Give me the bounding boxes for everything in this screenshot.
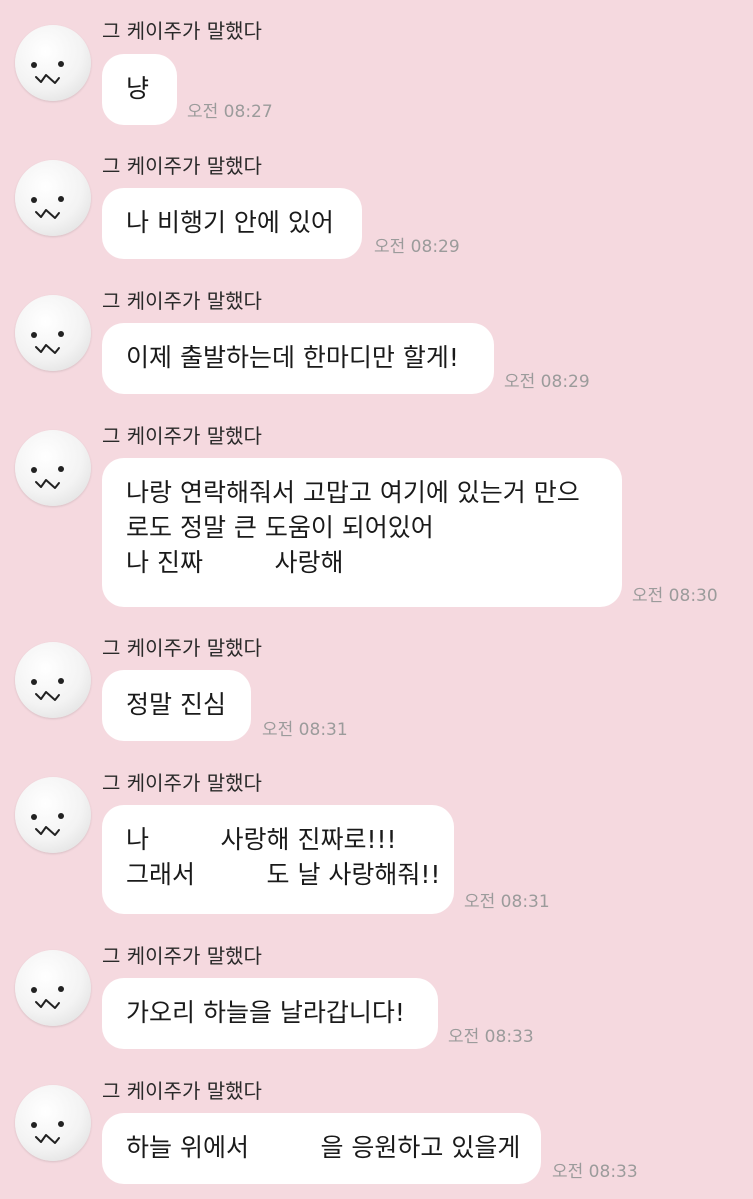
avatar[interactable]	[15, 777, 91, 853]
message-timestamp: 오전 08:27	[187, 102, 273, 122]
avatar[interactable]	[15, 1085, 91, 1161]
sender-name: 그 케이주가 말했다	[102, 424, 262, 448]
sender-name: 그 케이주가 말했다	[102, 771, 262, 795]
avatar[interactable]	[15, 295, 91, 371]
avatar[interactable]	[15, 430, 91, 506]
message-timestamp: 오전 08:29	[504, 372, 590, 392]
message-timestamp: 오전 08:31	[464, 892, 550, 912]
message-bubble[interactable]: 이제 출발하는데 한마디만 할게!	[102, 323, 494, 394]
message-bubble[interactable]: 나 비행기 안에 있어	[102, 188, 362, 259]
message-text: 나 비행기 안에 있어	[126, 208, 334, 237]
message-timestamp: 오전 08:29	[374, 237, 460, 257]
message-bubble[interactable]: 하늘 위에서 을 응원하고 있을게	[102, 1113, 541, 1184]
message-text: 하늘 위에서 을 응원하고 있을게	[126, 1133, 521, 1162]
sender-name: 그 케이주가 말했다	[102, 636, 262, 660]
message-text: 가오리 하늘을 날라갑니다!	[126, 998, 405, 1027]
message-text-line: 그래서 도 날 사랑해줘!!	[126, 860, 441, 889]
message-text-line: 나 진짜 사랑해	[126, 548, 344, 577]
message-text: 냥	[126, 74, 150, 103]
sender-name: 그 케이주가 말했다	[102, 289, 262, 313]
sender-name: 그 케이주가 말했다	[102, 1079, 262, 1103]
message-timestamp: 오전 08:30	[632, 586, 718, 606]
message-timestamp: 오전 08:33	[448, 1027, 534, 1047]
message-text-line: 나 사랑해 진짜로!!!	[126, 825, 397, 854]
message-bubble[interactable]: 가오리 하늘을 날라갑니다!	[102, 978, 438, 1049]
message-timestamp: 오전 08:31	[262, 720, 348, 740]
sender-name: 그 케이주가 말했다	[102, 944, 262, 968]
avatar[interactable]	[15, 25, 91, 101]
message-bubble[interactable]: 나 사랑해 진짜로!!! 그래서 도 날 사랑해줘!!	[102, 805, 454, 914]
avatar[interactable]	[15, 950, 91, 1026]
message-text-line: 로도 정말 큰 도움이 되어있어	[126, 513, 434, 542]
message-text: 이제 출발하는데 한마디만 할게!	[126, 343, 459, 372]
avatar[interactable]	[15, 160, 91, 236]
sender-name: 그 케이주가 말했다	[102, 19, 262, 43]
message-text: 정말 진심	[126, 690, 226, 719]
avatar[interactable]	[15, 642, 91, 718]
message-bubble[interactable]: 정말 진심	[102, 670, 251, 741]
message-bubble[interactable]: 냥	[102, 54, 177, 125]
sender-name: 그 케이주가 말했다	[102, 154, 262, 178]
message-timestamp: 오전 08:33	[552, 1162, 638, 1182]
message-text-line: 나랑 연락해줘서 고맙고 여기에 있는거 만으	[126, 478, 580, 507]
message-bubble[interactable]: 나랑 연락해줘서 고맙고 여기에 있는거 만으 로도 정말 큰 도움이 되어있어…	[102, 458, 622, 607]
